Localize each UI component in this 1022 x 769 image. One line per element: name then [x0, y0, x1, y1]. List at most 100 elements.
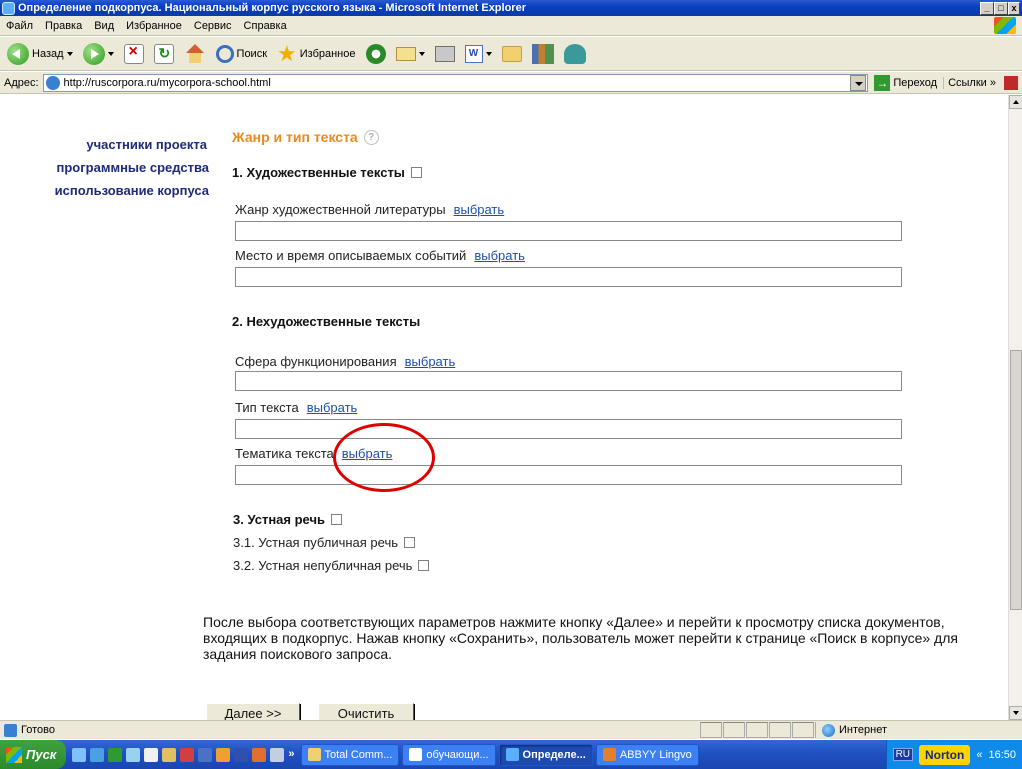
genre-pick-link[interactable]: выбрать: [454, 202, 505, 217]
folder-button[interactable]: [499, 41, 525, 67]
favorites-label: Избранное: [299, 47, 356, 60]
status-cell: [746, 722, 768, 738]
minimize-button[interactable]: _: [980, 1, 994, 15]
pdf-icon[interactable]: [1004, 75, 1018, 90]
toolbar: Назад Поиск ★ Избранное W: [0, 37, 1022, 71]
star-icon: ★: [277, 40, 297, 66]
menu-favorites[interactable]: Избранное: [120, 20, 188, 32]
nav-item-software[interactable]: программные средства: [34, 156, 209, 179]
fiction-checkbox[interactable]: [410, 167, 422, 178]
menu-file[interactable]: Файл: [0, 20, 39, 32]
quicklaunch-icon[interactable]: [90, 747, 105, 762]
task-icon: [307, 748, 321, 761]
favorites-button[interactable]: ★ Избранное: [274, 41, 358, 67]
place-field[interactable]: [235, 267, 902, 287]
quicklaunch-icon[interactable]: [108, 747, 123, 762]
type-field[interactable]: [235, 419, 902, 439]
type-pick-link[interactable]: выбрать: [307, 400, 358, 415]
task-document[interactable]: обучающи...: [402, 743, 496, 766]
history-icon: [365, 43, 386, 64]
close-button[interactable]: x: [1008, 1, 1020, 15]
back-button[interactable]: Назад: [4, 41, 76, 67]
mail-button[interactable]: [393, 41, 428, 67]
quicklaunch-more-icon[interactable]: »: [288, 748, 294, 762]
menu-bar: Файл Правка Вид Избранное Сервис Справка: [0, 16, 1022, 36]
scroll-up-button[interactable]: [1009, 95, 1022, 109]
refresh-button[interactable]: [151, 41, 177, 67]
nav-item-usage[interactable]: использование корпуса: [34, 179, 209, 202]
maximize-button[interactable]: □: [994, 1, 1008, 15]
scroll-thumb[interactable]: [1010, 350, 1022, 610]
edit-button[interactable]: W: [462, 41, 495, 67]
menu-tools[interactable]: Сервис: [188, 20, 238, 32]
window-title-bar[interactable]: Определение подкорпуса. Национальный кор…: [0, 0, 1022, 16]
instructions-text: После выбора соответствующих параметров …: [203, 614, 958, 662]
quicklaunch-icon[interactable]: [162, 747, 177, 762]
menu-view[interactable]: Вид: [88, 20, 120, 32]
tray-expand-icon[interactable]: «: [976, 749, 982, 761]
quicklaunch-icon[interactable]: [270, 747, 285, 762]
home-icon: [184, 43, 206, 64]
word-icon: W: [464, 44, 483, 63]
task-icon: [505, 748, 519, 761]
ie-icon: [2, 1, 15, 15]
vertical-scrollbar[interactable]: [1008, 95, 1022, 720]
oral-public-checkbox[interactable]: [404, 537, 416, 548]
norton-button[interactable]: Norton: [919, 744, 971, 765]
quicklaunch-icon[interactable]: [234, 747, 249, 762]
stop-button[interactable]: [121, 41, 147, 67]
task-total-commander[interactable]: Total Comm...: [300, 743, 400, 766]
place-pick-link[interactable]: выбрать: [474, 248, 525, 263]
history-button[interactable]: [363, 41, 389, 67]
language-indicator[interactable]: RU: [892, 748, 914, 761]
quicklaunch-icon[interactable]: [126, 747, 141, 762]
mail-icon: [395, 46, 416, 61]
print-button[interactable]: [432, 41, 458, 67]
messenger-button[interactable]: [561, 41, 589, 67]
research-button[interactable]: [529, 41, 557, 67]
printer-icon: [434, 45, 455, 62]
help-icon[interactable]: ?: [363, 129, 379, 145]
stop-icon: [123, 43, 144, 64]
scroll-down-button[interactable]: [1009, 706, 1022, 720]
home-button[interactable]: [181, 41, 209, 67]
books-icon: [531, 43, 554, 64]
sphere-pick-link[interactable]: выбрать: [405, 354, 456, 369]
fiction-heading: 1. Художественные тексты: [232, 165, 422, 180]
go-button[interactable]: → Переход: [868, 74, 943, 91]
menu-edit[interactable]: Правка: [39, 20, 88, 32]
nav-item-participants[interactable]: участники проекта: [34, 133, 209, 156]
links-button[interactable]: Ссылки »: [943, 76, 1000, 89]
section-title-text: Жанр и тип текста: [232, 129, 358, 145]
chevron-down-icon: [418, 51, 425, 56]
task-internet-explorer[interactable]: Определе...: [498, 743, 593, 766]
quicklaunch-icon[interactable]: [72, 747, 87, 762]
genre-field[interactable]: [235, 221, 902, 241]
status-cell: [769, 722, 791, 738]
quicklaunch-icon[interactable]: [144, 747, 159, 762]
task-lingvo[interactable]: ABBYY Lingvo: [595, 743, 699, 766]
back-label: Назад: [32, 47, 64, 60]
norton-label: Norton: [925, 747, 965, 762]
address-dropdown-button[interactable]: [850, 74, 867, 91]
search-button[interactable]: Поиск: [213, 41, 270, 67]
quicklaunch-icon[interactable]: [180, 747, 195, 762]
type-row: Тип текста выбрать: [235, 400, 357, 415]
quicklaunch-icon[interactable]: [216, 747, 231, 762]
oral-checkbox[interactable]: [330, 514, 342, 525]
start-button[interactable]: Пуск: [0, 740, 67, 769]
forward-button[interactable]: [80, 41, 117, 67]
quicklaunch-icon[interactable]: [252, 747, 267, 762]
menu-help[interactable]: Справка: [238, 20, 293, 32]
sphere-field[interactable]: [235, 371, 902, 391]
oral-heading: 3. Устная речь: [233, 512, 342, 527]
refresh-icon: [153, 43, 174, 64]
globe-icon: [822, 723, 835, 737]
oral-private-checkbox[interactable]: [418, 560, 430, 571]
quicklaunch-icon[interactable]: [198, 747, 213, 762]
sphere-label: Сфера функционирования: [235, 354, 397, 369]
address-input[interactable]: http://ruscorpora.ru/mycorpora-school.ht…: [42, 73, 869, 92]
chevron-down-icon: [485, 51, 492, 56]
address-url: http://ruscorpora.ru/mycorpora-school.ht…: [63, 76, 271, 89]
status-cell: [700, 722, 722, 738]
